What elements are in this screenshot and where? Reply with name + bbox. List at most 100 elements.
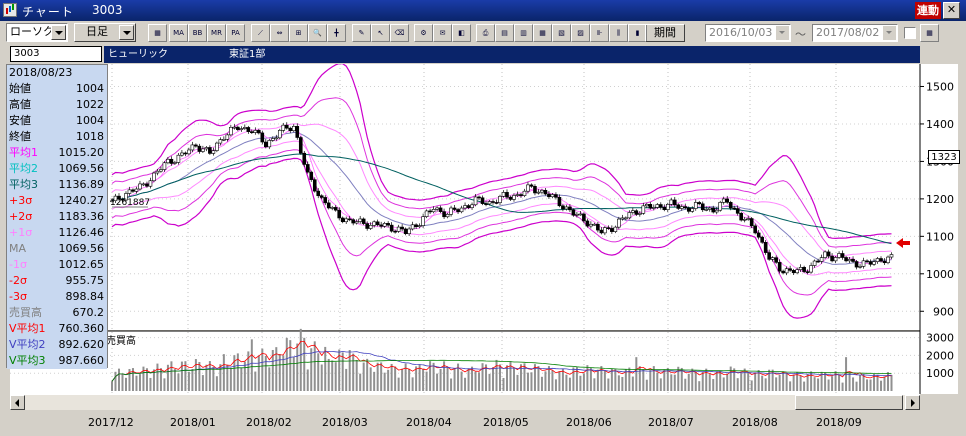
- search-icon[interactable]: 🔍: [308, 24, 327, 42]
- volume-tick-label: 3000: [926, 332, 954, 345]
- chevron-down-icon[interactable]: [776, 26, 789, 40]
- date-range-checkbox[interactable]: [904, 27, 916, 39]
- scroll-thumb[interactable]: [795, 395, 903, 410]
- settings-icon[interactable]: ▦: [148, 24, 167, 42]
- volume-bar: [642, 369, 645, 391]
- candle-body: [236, 126, 240, 130]
- candle-body: [795, 269, 799, 274]
- x-tick-label: 2018/01: [170, 416, 216, 429]
- stock-chart[interactable]: 1500140013001200110010009001261887300020…: [0, 64, 958, 394]
- period-type-select[interactable]: 日足: [74, 23, 136, 42]
- horizontal-scrollbar[interactable]: [10, 394, 920, 410]
- volume-bar: [177, 373, 180, 391]
- candle-body: [655, 204, 660, 208]
- volume-bar: [327, 358, 330, 391]
- candle-body: [337, 209, 342, 219]
- volume-bar: [380, 362, 383, 391]
- panel-row-value: 898.84: [65, 290, 105, 303]
- candle-body: [578, 213, 583, 216]
- scroll-right-icon[interactable]: [905, 395, 920, 410]
- panel-row-label: 高値: [9, 98, 31, 111]
- panel-row: MA 1069.56: [7, 241, 107, 257]
- chevron-down-icon[interactable]: [883, 26, 896, 40]
- panel-row: V平均2 892.620: [7, 337, 107, 353]
- candle-body: [194, 144, 198, 147]
- candle-body: [585, 220, 590, 227]
- lock-icon[interactable]: ⚙: [414, 24, 433, 42]
- bar-mode-icon[interactable]: ⫼: [609, 24, 628, 42]
- candle-mode-icon[interactable]: ⊪: [590, 24, 609, 42]
- bb-icon[interactable]: BB: [188, 24, 207, 42]
- candle-body: [686, 207, 691, 212]
- candle-body: [861, 260, 866, 267]
- candle-body: [393, 230, 397, 233]
- volume-bar: [481, 363, 484, 391]
- panel-row: 安値 1004: [7, 113, 107, 129]
- candle-body: [638, 213, 642, 215]
- date-from-input[interactable]: 2016/10/03: [705, 24, 791, 42]
- zoom-in-icon[interactable]: ⊞: [289, 24, 308, 42]
- candle-body: [428, 210, 432, 213]
- volume-bar: [778, 374, 781, 391]
- ma-icon[interactable]: MA: [169, 24, 188, 42]
- crosshair-icon[interactable]: ╋: [327, 24, 346, 42]
- period-button[interactable]: 期間: [645, 24, 685, 42]
- volume-bar: [680, 367, 683, 391]
- volume-bar: [198, 362, 201, 391]
- 3d-icon[interactable]: ◧: [452, 24, 471, 42]
- candle-body: [805, 271, 810, 273]
- volume-bar: [250, 339, 253, 391]
- chart-type-select[interactable]: ローソク: [6, 23, 68, 42]
- layout-2-icon[interactable]: ▥: [514, 24, 533, 42]
- pa-icon[interactable]: PA: [226, 24, 245, 42]
- volume-bar: [124, 377, 127, 391]
- candle-body: [449, 207, 453, 215]
- note-icon[interactable]: ✉: [433, 24, 452, 42]
- close-button[interactable]: ✕: [943, 2, 960, 19]
- volume-bar: [362, 362, 365, 391]
- candle-body: [756, 232, 761, 238]
- layout-1-icon[interactable]: ▤: [495, 24, 514, 42]
- date-to-value: 2017/08/02: [816, 26, 880, 39]
- panel-row: -2σ 955.75: [7, 273, 107, 289]
- calendar-icon[interactable]: ▦: [920, 24, 939, 42]
- candle-body: [606, 227, 611, 229]
- candle-body: [159, 169, 163, 172]
- link-button[interactable]: 連動: [915, 2, 941, 19]
- layout-5-icon[interactable]: ▨: [571, 24, 590, 42]
- volume-bar: [554, 379, 557, 391]
- candle-body: [456, 209, 460, 213]
- candle-body: [826, 251, 831, 257]
- code-input[interactable]: 3003: [10, 46, 102, 62]
- print-icon[interactable]: ⎙: [476, 24, 495, 42]
- candle-body: [564, 206, 569, 210]
- volume-bar: [376, 362, 379, 391]
- candle-body: [522, 190, 527, 196]
- candle-body: [788, 268, 792, 271]
- volume-bar: [866, 379, 869, 391]
- zoom-out-icon[interactable]: ⇔: [270, 24, 289, 42]
- volume-tick-label: 1000: [926, 367, 954, 380]
- candle-body: [344, 218, 349, 223]
- date-to-input[interactable]: 2017/08/02: [812, 24, 898, 42]
- eraser-icon[interactable]: ⌫: [390, 24, 409, 42]
- candle-body: [872, 261, 876, 265]
- layout-3-icon[interactable]: ▦: [533, 24, 552, 42]
- pen-icon[interactable]: ✎: [352, 24, 371, 42]
- candle-body: [284, 124, 289, 129]
- candle-body: [215, 142, 219, 151]
- candle-body: [753, 225, 757, 234]
- panel-row-value: 1004: [76, 114, 104, 127]
- panel-row: 終値 1018: [7, 129, 107, 145]
- trendline-icon[interactable]: ⟋: [251, 24, 270, 42]
- cursor-icon[interactable]: ↖: [371, 24, 390, 42]
- candle-body: [749, 218, 754, 227]
- panel-row: 平均3 1136.89: [7, 177, 107, 193]
- layout-4-icon[interactable]: ▧: [552, 24, 571, 42]
- mr-icon[interactable]: MR: [207, 24, 226, 42]
- candle-body: [309, 171, 314, 180]
- candle-body: [613, 226, 618, 232]
- scroll-left-icon[interactable]: [10, 395, 25, 410]
- candle-body: [134, 188, 139, 192]
- volume-bar: [726, 373, 729, 391]
